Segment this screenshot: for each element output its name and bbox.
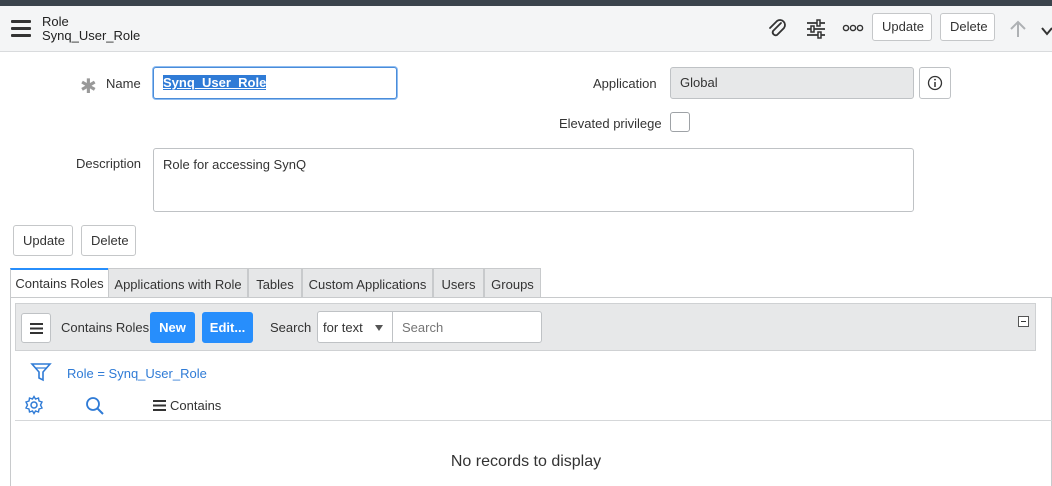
application-field: Global [670,67,914,99]
header-divider [15,420,1052,421]
tab-users[interactable]: Users [433,268,484,298]
search-input[interactable] [392,311,542,343]
name-label: Name [106,76,141,91]
settings-sliders-icon[interactable] [805,18,827,43]
tab-groups[interactable]: Groups [484,268,541,298]
elevated-privilege-label: Elevated privilege [559,116,662,131]
tab-custom-applications[interactable]: Custom Applications [302,268,433,298]
list-menu-button[interactable] [21,313,51,343]
filter-funnel-icon[interactable] [30,361,52,386]
header-update-button[interactable]: Update [872,13,932,41]
related-list-toolbar: Contains Roles New Edit... Search for te… [15,303,1036,351]
more-options-icon[interactable] [842,22,864,37]
name-input-value: Synq_User_Role [163,75,267,90]
description-label: Description [76,156,142,171]
gear-icon[interactable] [24,395,44,418]
tab-applications-with-role[interactable]: Applications with Role [108,268,248,298]
name-input[interactable]: Synq_User_Role [153,67,397,99]
search-label: Search [270,320,312,335]
form-update-button[interactable]: Update [13,225,73,256]
form-menu-icon[interactable] [11,20,31,37]
empty-list-message: No records to display [450,453,602,470]
elevated-privilege-checkbox[interactable] [670,112,690,132]
application-info-button[interactable] [919,67,951,99]
filter-breadcrumb-link[interactable]: Role = Synq_User_Role [67,366,207,381]
description-textarea[interactable]: Role for accessing SynQ [153,148,914,212]
search-field-select-value: for text [323,320,363,335]
info-icon [927,75,943,91]
column-header-contains[interactable]: Contains [170,398,221,413]
dropdown-triangle-icon [375,325,383,331]
paperclip-icon[interactable] [766,18,788,43]
form-delete-button[interactable]: Delete [81,225,136,256]
next-record-arrow-icon[interactable] [1040,24,1052,41]
form-header: Role Synq_User_Role Update Delete [0,6,1052,52]
search-icon[interactable] [85,396,105,419]
edit-button[interactable]: Edit... [202,312,253,343]
application-label: Application [593,76,657,91]
previous-record-arrow-icon[interactable] [1008,19,1028,42]
form-subtitle: Synq_User_Role [42,28,141,43]
form-title: Role [42,14,69,29]
collapse-list-icon[interactable] [1018,316,1029,327]
mandatory-asterisk-icon: ✱ [80,76,97,98]
related-list-title: Contains Roles [61,320,150,335]
search-field-select[interactable]: for text [317,311,393,343]
list-menu-icon [30,323,43,334]
column-menu-icon[interactable] [153,399,166,414]
tab-tables[interactable]: Tables [248,268,302,298]
header-delete-button[interactable]: Delete [940,13,995,41]
tab-contains-roles[interactable]: Contains Roles [10,268,109,298]
new-button[interactable]: New [150,312,195,343]
